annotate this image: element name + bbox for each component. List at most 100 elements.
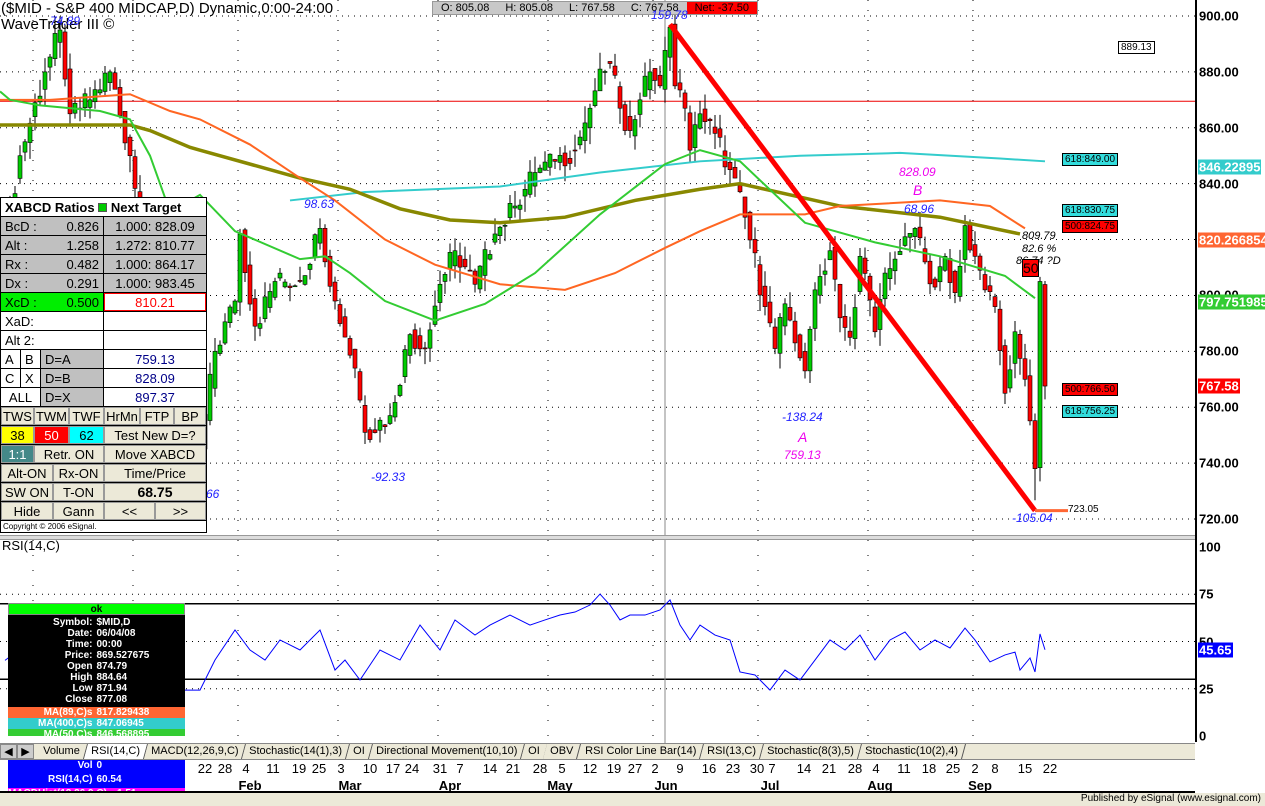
point-a-label: A (798, 429, 808, 445)
tab-study[interactable]: Volume (35, 744, 88, 759)
ratio-target: 1.000: 864.17 (104, 255, 206, 273)
tab-study[interactable]: RSI(13,C) (699, 744, 764, 759)
net-change: Net: -37.50 (686, 2, 758, 14)
date-axis[interactable]: 22 28 4 11 19 25 3 10 17 24 31 7 14 21 28 5 12 19 27 2 9 16 23… (0, 760, 1195, 793)
tab-study[interactable]: Stochastic(14(1),3) (242, 744, 350, 759)
tab-study[interactable]: OBV (543, 744, 582, 759)
date-tick: 31 (432, 761, 448, 776)
tab-study[interactable]: RSI Color Line Bar(14) (577, 744, 704, 759)
ratio-target: 1.272: 810.77 (104, 236, 206, 254)
b-button[interactable]: B (21, 350, 41, 368)
info-value: 874.79 (96, 661, 128, 672)
price-tick: 760.00 (1199, 399, 1239, 415)
candle (232, 300, 238, 314)
month-label: Jun (654, 778, 678, 793)
price-tick: 860.00 (1199, 120, 1239, 136)
ratio-row: Alt : 1.258 (1, 236, 104, 254)
candle (497, 226, 503, 237)
ratio-label: BcD : (5, 218, 37, 234)
fib-38-button[interactable]: 38 (1, 426, 34, 444)
tab-study[interactable]: Stochastic(8(3),5) (759, 744, 862, 759)
candle (1042, 284, 1048, 387)
info-label: Time: (66, 639, 93, 650)
date-tick: 25 (945, 761, 961, 776)
scroll-right-icon[interactable]: ▶ (17, 744, 34, 759)
twm-button[interactable]: TWM (34, 407, 69, 425)
t-on-button[interactable]: T-ON (53, 483, 104, 501)
sw-on-button[interactable]: SW ON (1, 483, 53, 501)
fib-62-button[interactable]: 62 (69, 426, 104, 444)
candle (767, 301, 773, 324)
bp-button[interactable]: BP (174, 407, 206, 425)
candle (732, 167, 738, 179)
ratio-label: Dx : (5, 275, 29, 291)
date-tick: 22 (1042, 761, 1058, 776)
time-price-button[interactable]: Time/Price (104, 464, 206, 482)
candle (712, 126, 718, 134)
candle (917, 226, 923, 239)
alt-on-button[interactable]: Alt-ON (1, 464, 53, 482)
annotation: 68.96 (904, 202, 935, 216)
ma89-value: 817.829438 (96, 707, 150, 718)
hrmn-button[interactable]: HrMn (104, 407, 140, 425)
candle (302, 275, 308, 285)
candle (827, 250, 833, 261)
next-button[interactable]: >> (155, 502, 206, 520)
last-price-badge: 767.58 (1198, 378, 1240, 394)
rx-on-button[interactable]: Rx-ON (53, 464, 104, 482)
annotation: -138.24 (782, 410, 823, 424)
move-xabcd-button[interactable]: Move XABCD (104, 445, 206, 463)
candle (412, 329, 418, 349)
price-tick: 840.00 (1199, 176, 1239, 192)
c-button[interactable]: C (1, 369, 21, 387)
candle (112, 72, 118, 90)
candle (207, 373, 213, 421)
a-button[interactable]: A (1, 350, 21, 368)
info-label: Open (66, 661, 93, 672)
pane-divider[interactable] (0, 535, 1195, 540)
price-axis[interactable]: 0255075100720.00740.00760.00780.00800.00… (1195, 0, 1265, 744)
candle (1037, 281, 1043, 468)
twf-button[interactable]: TWF (69, 407, 104, 425)
gann-button[interactable]: Gann (53, 502, 104, 520)
month-label: Apr (438, 778, 462, 793)
candle (727, 161, 733, 170)
all-button[interactable]: ALL (1, 388, 41, 406)
candle (887, 268, 893, 279)
info-value: 06/04/08 (96, 628, 136, 639)
fib-50-button[interactable]: 50 (34, 426, 69, 444)
candle (572, 149, 578, 152)
candle (287, 285, 293, 288)
candle (257, 323, 263, 329)
candle (607, 61, 613, 64)
candle (502, 224, 508, 227)
study-tabs: ◀ ▶ Volume RSI(14,C) MACD(12,26,9,C) Stochas… (0, 743, 1195, 760)
info-value: 871.94 (96, 683, 128, 694)
retr-on-button[interactable]: Retr. ON (34, 445, 104, 463)
tab-study[interactable]: Stochastic(10(2),4) (857, 744, 966, 759)
candle (352, 348, 358, 369)
rsi-tick: 25 (1199, 681, 1214, 697)
x-button[interactable]: X (21, 369, 41, 387)
tab-scroll: ◀ ▶ (0, 744, 38, 759)
hide-button[interactable]: Hide (1, 502, 53, 520)
ftp-button[interactable]: FTP (140, 407, 174, 425)
scroll-left-icon[interactable]: ◀ (0, 744, 17, 759)
test-new-d-button[interactable]: Test New D=? (104, 426, 206, 444)
tab-study[interactable]: Directional Movement(10,10) (368, 744, 525, 759)
tab-study[interactable]: MACD(12,26,9,C) (143, 744, 247, 759)
date-tick: 25 (311, 761, 327, 776)
candle (277, 272, 283, 279)
tws-button[interactable]: TWS (1, 407, 34, 425)
annotation: 98.63 (304, 197, 335, 211)
prev-button[interactable]: << (104, 502, 155, 520)
candle (22, 141, 28, 153)
tab-study[interactable]: RSI(14,C) (83, 744, 148, 759)
copyright: Copyright © 2006 eSignal. (3, 522, 97, 531)
candle (1032, 420, 1038, 469)
candle (282, 281, 288, 288)
candle (582, 122, 588, 141)
candle (762, 285, 768, 307)
ratio-1-1-button[interactable]: 1:1 (1, 445, 34, 463)
candle (382, 424, 388, 427)
